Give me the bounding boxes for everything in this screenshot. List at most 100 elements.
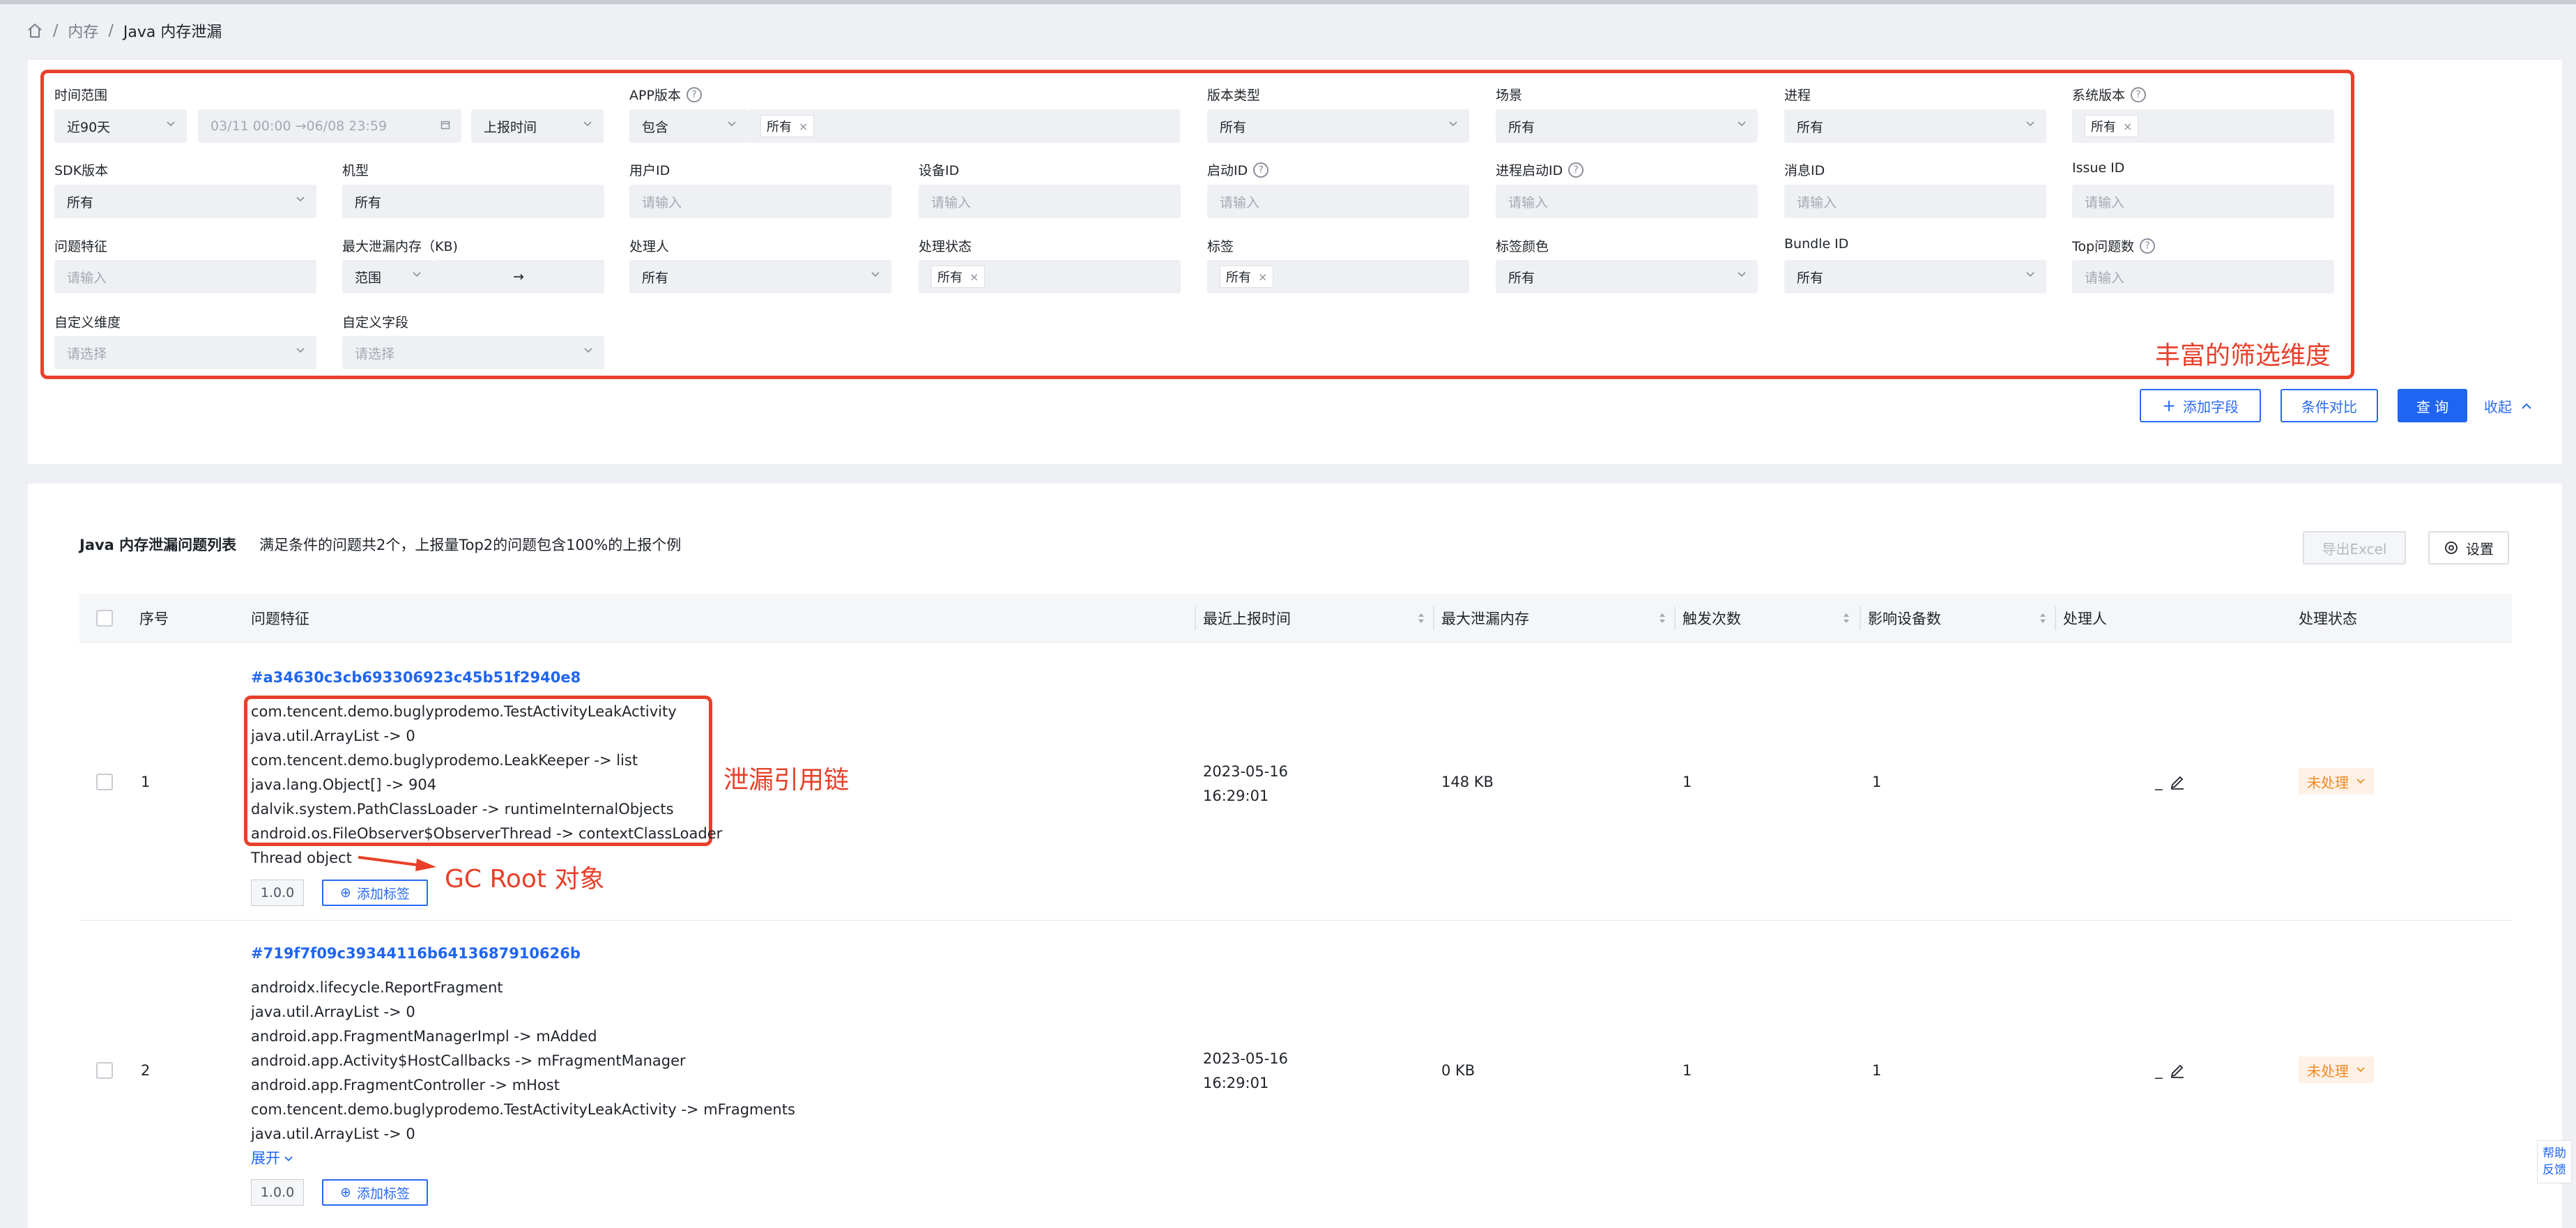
custom-field-label: 自定义字段 xyxy=(342,315,409,330)
settings-button[interactable]: 设置 xyxy=(2428,531,2509,565)
handler-select[interactable]: 所有 xyxy=(629,260,891,293)
column-last-report-time[interactable]: 最近上报时间 xyxy=(1203,594,1426,643)
column-divider xyxy=(1674,606,1676,630)
edit-icon[interactable] xyxy=(2169,774,2186,790)
row-divider xyxy=(79,920,2512,921)
tags-chip[interactable]: 所有 × xyxy=(1220,266,1274,288)
list-summary: 满足条件的问题共2个，上报量Top2的问题包含100%的上报个例 xyxy=(259,537,682,553)
tag-color-select[interactable]: 所有 xyxy=(1496,260,1758,293)
launch-id-label: 启动ID? xyxy=(1207,160,1269,179)
compare-button[interactable]: 条件对比 xyxy=(2280,389,2378,422)
add-tag-button[interactable]: ⊕ 添加标签 xyxy=(322,1179,428,1206)
stack-frame: dalvik.system.PathClassLoader -> runtime… xyxy=(251,801,674,818)
user-id-input[interactable]: 请输入 xyxy=(629,185,891,218)
row-checkbox[interactable] xyxy=(96,1062,113,1079)
close-icon[interactable]: × xyxy=(969,270,979,284)
message-id-label: 消息ID xyxy=(1784,163,1825,178)
app-version-chip[interactable]: 所有 × xyxy=(760,115,815,137)
add-field-button[interactable]: + 添加字段 xyxy=(2140,389,2261,422)
issue-id-link[interactable]: #a34630c3cb693306923c45b51f2940e8 xyxy=(251,669,581,686)
row-index: 1 xyxy=(141,774,151,790)
max-leak-mode-select[interactable]: 范围 xyxy=(342,260,433,293)
app-version-mode-select[interactable]: 包含 xyxy=(629,109,748,143)
column-index: 序号 xyxy=(139,611,169,627)
plus-circle-icon: ⊕ xyxy=(340,1185,351,1200)
column-divider xyxy=(2055,606,2056,630)
breadcrumb-item-memory[interactable]: 内存 xyxy=(68,20,98,42)
chevron-down-icon xyxy=(584,348,592,353)
device-id-input[interactable]: 请输入 xyxy=(919,185,1181,218)
device-id-label: 设备ID xyxy=(919,163,960,178)
system-version-multiselect[interactable]: 所有 × xyxy=(2072,109,2334,143)
close-icon[interactable]: × xyxy=(1258,270,1267,284)
model-input[interactable]: 所有 xyxy=(342,185,604,218)
launch-id-input[interactable]: 请输入 xyxy=(1207,185,1469,218)
bundle-id-select[interactable]: 所有 xyxy=(1784,260,2046,293)
process-label: 进程 xyxy=(1784,88,1811,103)
collapse-button[interactable]: 收起 xyxy=(2484,396,2533,416)
close-icon[interactable]: × xyxy=(799,120,808,133)
export-excel-button[interactable]: 导出Excel xyxy=(2303,531,2406,565)
message-id-input[interactable]: 请输入 xyxy=(1784,185,2046,218)
max-leak-range-input[interactable]: → xyxy=(433,260,604,293)
close-icon[interactable]: × xyxy=(2123,120,2132,133)
select-all-checkbox[interactable] xyxy=(96,610,113,627)
add-tag-button[interactable]: ⊕ 添加标签 xyxy=(322,880,428,906)
custom-dimension-select[interactable]: 请选择 xyxy=(54,336,316,369)
column-handler: 处理人 xyxy=(2063,611,2107,627)
issue-feature-input[interactable]: 请输入 xyxy=(54,260,316,293)
chevron-down-icon xyxy=(871,272,880,277)
custom-field-select[interactable]: 请选择 xyxy=(342,336,604,369)
column-affected-devices[interactable]: 影响设备数 xyxy=(1868,594,2048,643)
app-version-multiselect[interactable]: 所有 × xyxy=(748,109,1180,143)
row-checkbox[interactable] xyxy=(96,774,113,790)
column-status: 处理状态 xyxy=(2299,611,2357,627)
sdk-version-select[interactable]: 所有 xyxy=(54,185,316,218)
system-version-chip[interactable]: 所有 × xyxy=(2085,115,2139,137)
stack-frame: com.tencent.demo.buglyprodemo.TestActivi… xyxy=(251,703,677,720)
help-icon[interactable]: ? xyxy=(1253,162,1269,178)
process-launch-id-label: 进程启动ID? xyxy=(1496,160,1584,179)
sort-icon[interactable] xyxy=(1841,611,1851,626)
help-icon[interactable]: ? xyxy=(2140,238,2156,254)
stack-frame: java.util.ArrayList -> 0 xyxy=(251,1126,415,1142)
annotation-arrow xyxy=(358,856,436,871)
top-issues-input[interactable]: 请输入 xyxy=(2072,260,2334,293)
stack-frame: com.tencent.demo.buglyprodemo.LeakKeeper… xyxy=(251,752,638,769)
status-dropdown[interactable]: 未处理 xyxy=(2299,1057,2374,1083)
process-launch-id-input[interactable]: 请输入 xyxy=(1496,185,1758,218)
time-range-select[interactable]: 近90天 xyxy=(54,109,187,143)
query-button[interactable]: 查 询 xyxy=(2398,389,2467,422)
help-feedback-button[interactable]: 帮助 反馈 xyxy=(2537,1140,2572,1183)
sort-icon[interactable] xyxy=(1416,611,1426,626)
handle-status-chip[interactable]: 所有 × xyxy=(931,266,986,288)
edit-icon[interactable] xyxy=(2169,1062,2186,1079)
handle-status-multiselect[interactable]: 所有 × xyxy=(919,260,1181,293)
time-type-select[interactable]: 上报时间 xyxy=(471,109,604,143)
process-select[interactable]: 所有 xyxy=(1784,109,2046,143)
issue-id-input[interactable]: 请输入 xyxy=(2072,185,2334,218)
sort-icon[interactable] xyxy=(2038,611,2048,626)
stack-frame: java.util.ArrayList -> 0 xyxy=(251,728,415,744)
version-type-select[interactable]: 所有 xyxy=(1207,109,1469,143)
help-icon[interactable]: ? xyxy=(2131,86,2147,102)
stack-frame: java.util.ArrayList -> 0 xyxy=(251,1004,415,1020)
column-divider xyxy=(1195,606,1196,630)
column-trigger-count[interactable]: 触发次数 xyxy=(1682,594,1851,643)
issue-id-link[interactable]: #719f7f09c39344116b6413687910626b xyxy=(251,945,581,962)
scene-select[interactable]: 所有 xyxy=(1496,109,1758,143)
column-max-leak[interactable]: 最大泄漏内存 xyxy=(1441,594,1667,643)
chevron-down-icon xyxy=(2356,1067,2365,1073)
chevron-down-icon xyxy=(1738,121,1746,127)
top-issues-label: Top问题数? xyxy=(2072,236,2156,255)
stack-frame: android.app.FragmentController -> mHost xyxy=(251,1077,560,1093)
affected-devices: 1 xyxy=(1872,774,1882,790)
tags-multiselect[interactable]: 所有 × xyxy=(1207,260,1469,293)
help-icon[interactable]: ? xyxy=(686,86,702,102)
home-icon[interactable] xyxy=(26,22,43,39)
date-range-picker[interactable]: 03/11 00:00 →06/08 23:59 xyxy=(198,109,461,143)
expand-link[interactable]: 展开 xyxy=(251,1147,294,1168)
help-icon[interactable]: ? xyxy=(1568,162,1584,178)
sort-icon[interactable] xyxy=(1657,611,1667,626)
status-dropdown[interactable]: 未处理 xyxy=(2299,768,2374,795)
